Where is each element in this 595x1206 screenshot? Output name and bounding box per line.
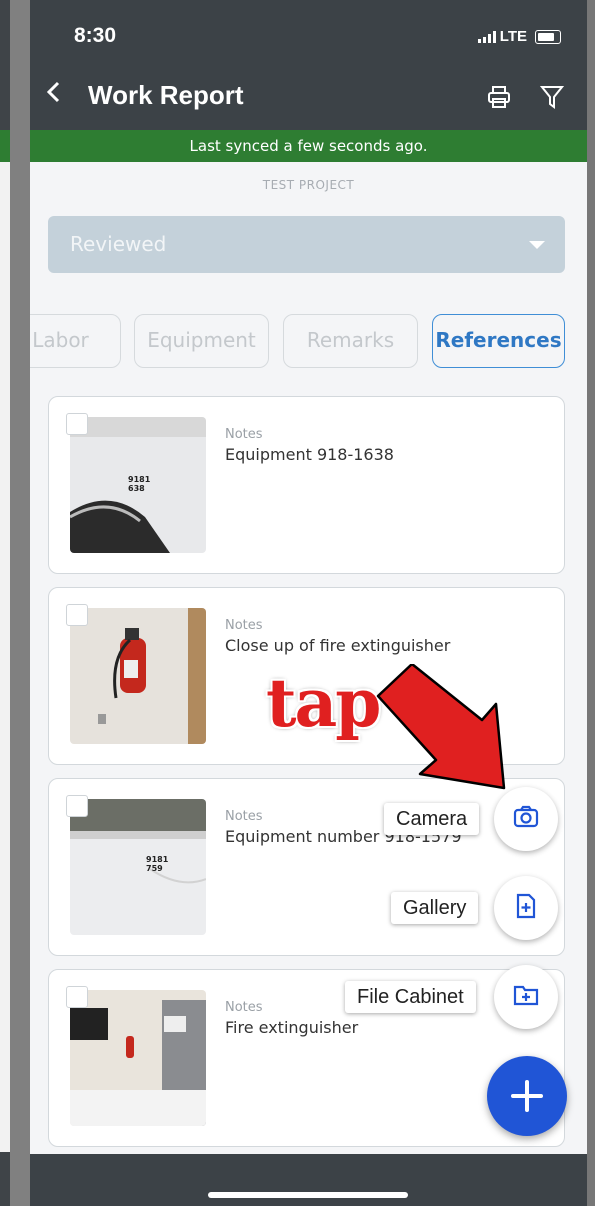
select-checkbox[interactable] (66, 413, 88, 435)
gallery-button[interactable] (494, 876, 558, 940)
reference-photo (70, 608, 206, 744)
project-name: TEST PROJECT (262, 178, 355, 192)
app-header: 8:30 LTE Work Report (30, 0, 587, 130)
status-dropdown-value: Reviewed (70, 232, 167, 256)
network-label: LTE (499, 28, 527, 45)
reference-card[interactable]: 9181 759 Notes Equipment number 918-1579 (48, 778, 565, 956)
printer-icon[interactable] (486, 84, 512, 114)
tap-annotation: tap (266, 664, 381, 742)
reference-card[interactable]: 9181 638 Notes Equipment 918-1638 (48, 396, 565, 574)
photo-equipment-number: 9181 759 (146, 855, 169, 873)
tab-equipment[interactable]: Equipment (134, 314, 269, 368)
folder-plus-icon (513, 984, 539, 1010)
status-dropdown[interactable]: Reviewed (48, 216, 565, 273)
reference-photo: 9181 638 (70, 417, 206, 553)
right-edge (587, 0, 595, 1206)
photo-equipment-number: 9181 638 (128, 475, 151, 493)
note-label: Notes (225, 427, 263, 442)
battery-icon (535, 29, 561, 44)
chevron-down-icon (529, 241, 545, 249)
background-app-edge (0, 0, 10, 1206)
bottom-bar (30, 1154, 587, 1206)
camera-label[interactable]: Camera (384, 803, 480, 835)
note-text: Close up of fire extinguisher (225, 636, 451, 655)
select-checkbox[interactable] (66, 986, 88, 1008)
note-text: Equipment 918-1638 (225, 445, 394, 464)
file-plus-icon (515, 893, 537, 923)
phone-screen: 8:30 LTE Work Report Last synced a few s… (30, 0, 587, 1206)
status-indicators: LTE (477, 28, 561, 45)
note-label: Notes (225, 809, 263, 824)
reference-photo (70, 990, 206, 1126)
plus-icon (487, 1056, 567, 1140)
select-checkbox[interactable] (66, 604, 88, 626)
page-title: Work Report (88, 80, 244, 110)
camera-icon (513, 805, 539, 833)
home-indicator[interactable] (208, 1192, 408, 1198)
select-checkbox[interactable] (66, 795, 88, 817)
tab-labor[interactable]: Labor (30, 314, 121, 368)
add-button[interactable] (487, 1056, 567, 1136)
sync-banner: Last synced a few seconds ago. (30, 130, 587, 162)
tab-remarks[interactable]: Remarks (283, 314, 418, 368)
arrow-annotation (374, 662, 524, 798)
signal-icon (477, 30, 496, 43)
reference-photo: 9181 759 (70, 799, 206, 935)
gallery-label[interactable]: Gallery (391, 892, 479, 924)
file-cabinet-button[interactable] (494, 965, 558, 1029)
note-label: Notes (225, 1000, 263, 1015)
note-label: Notes (225, 618, 263, 633)
tab-references[interactable]: References (432, 314, 565, 368)
status-time: 8:30 (74, 24, 117, 47)
filter-icon[interactable] (539, 84, 565, 114)
note-text: Fire extinguisher (225, 1018, 359, 1037)
file-cabinet-label[interactable]: File Cabinet (345, 981, 476, 1013)
chevron-left-icon[interactable] (44, 78, 64, 110)
